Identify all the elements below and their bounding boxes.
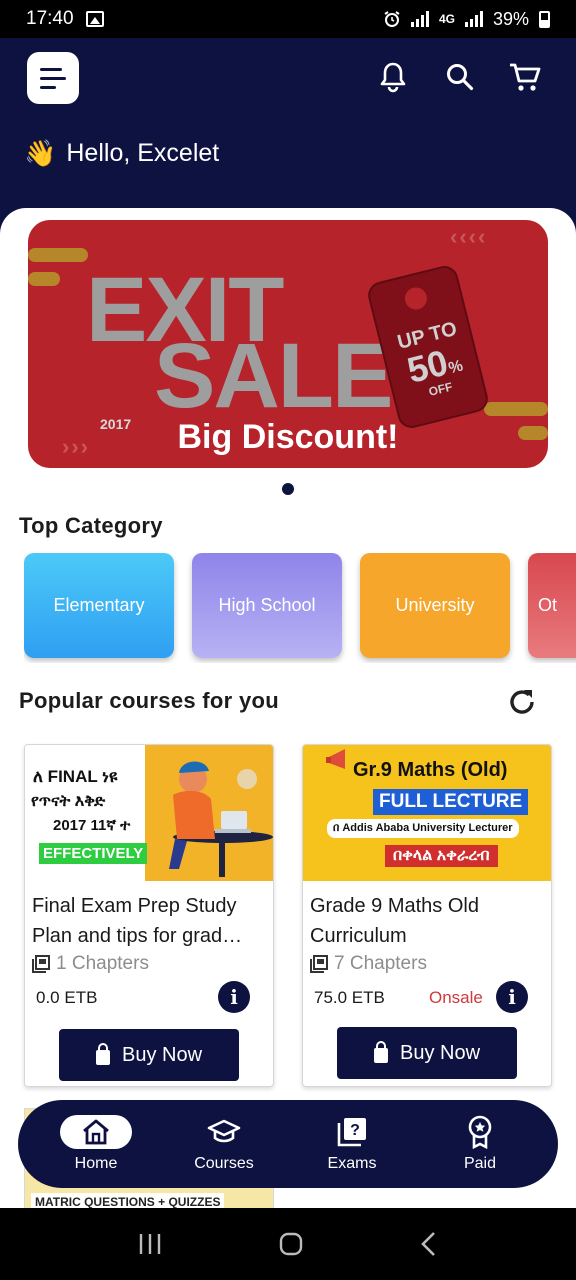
back-icon[interactable] (419, 1231, 439, 1257)
svg-text:?: ? (350, 1122, 360, 1139)
carousel-indicator[interactable] (282, 483, 294, 495)
network-type: 4G (438, 12, 455, 26)
course-thumbnail: Gr.9 Maths (Old) FULL LECTURE በ Addis Ab… (303, 745, 551, 881)
buy-now-button[interactable]: Buy Now (59, 1029, 239, 1081)
course-chapters: 7 Chapters (310, 953, 427, 975)
bottom-navigation: Home Courses ? Exams Paid (18, 1100, 558, 1188)
category-list: Elementary High School University Ot (24, 553, 576, 663)
home-icon (60, 1115, 132, 1149)
greeting-text: Hello, Excelet (66, 139, 220, 167)
thumb-text: የጥናት እቅድ (31, 793, 106, 810)
cart-icon[interactable] (508, 60, 542, 94)
category-other[interactable]: Ot (528, 553, 576, 658)
buy-now-label: Buy Now (121, 1043, 203, 1066)
thumb-text: በ Addis Ababa University Lecturer (327, 819, 519, 838)
course-chapters: 1 Chapters (32, 953, 149, 975)
lock-icon (95, 1042, 110, 1065)
thumb-badge: EFFECTIVELY (39, 843, 148, 864)
menu-button[interactable] (27, 52, 79, 104)
lock-icon (373, 1040, 388, 1063)
gallery-notification-icon (85, 11, 104, 27)
course-price: 75.0 ETB (314, 988, 385, 1007)
course-price: 0.0 ETB (36, 988, 98, 1007)
info-icon[interactable]: i (496, 981, 528, 1013)
alarm-icon (384, 11, 400, 27)
chapters-count: 7 Chapters (334, 953, 427, 974)
category-university[interactable]: University (360, 553, 510, 658)
waving-hand-icon: 👋 (24, 138, 57, 168)
battery-percentage: 39% (492, 8, 529, 29)
category-label: Elementary (53, 595, 145, 615)
nav-exams[interactable]: ? Exams (292, 1115, 412, 1173)
greeting: 👋 Hello, Excelet (24, 138, 219, 169)
recent-apps-icon[interactable] (137, 1232, 163, 1256)
status-bar: 17:40 4G 39% (0, 0, 576, 38)
home-button-icon[interactable] (278, 1231, 304, 1257)
nav-home[interactable]: Home (36, 1115, 156, 1173)
nav-label: Home (74, 1155, 118, 1172)
nav-courses[interactable]: Courses (164, 1115, 284, 1173)
question-book-icon: ? (336, 1115, 368, 1149)
thumb-text: ለ FINAL ነዩ (33, 767, 118, 786)
buy-now-button[interactable]: Buy Now (337, 1027, 517, 1079)
promo-banner[interactable]: ‹‹‹‹ ››› EXIT SALE 2017 UP TO 50% OFF Bi… (28, 220, 548, 468)
student-illustration-icon (169, 761, 273, 877)
badge-icon (466, 1115, 494, 1149)
notification-bell-icon[interactable] (376, 60, 410, 94)
thumb-text: FULL LECTURE (373, 789, 529, 815)
chapters-count: 1 Chapters (56, 953, 149, 974)
top-category-title: Top Category (19, 513, 163, 538)
status-time: 17:40 (26, 8, 74, 29)
course-title: Final Exam Prep Study Plan and tips for … (32, 895, 243, 947)
library-icon (32, 955, 50, 973)
category-label: High School (218, 595, 316, 615)
info-icon[interactable]: i (218, 981, 250, 1013)
thumb-text: 2017 11ኛ ተ (53, 817, 131, 834)
buy-now-label: Buy Now (399, 1041, 481, 1064)
banner-caption: Big Discount! (177, 418, 399, 456)
nav-paid[interactable]: Paid (420, 1115, 540, 1173)
battery-icon (539, 10, 550, 28)
category-label: Ot (538, 595, 558, 615)
onsale-label: Onsale (429, 988, 483, 1007)
course-card[interactable]: Gr.9 Maths (Old) FULL LECTURE በ Addis Ab… (302, 744, 552, 1087)
thumb-text: በቀላል አቀራረብ (385, 845, 498, 867)
graduation-cap-icon (207, 1115, 241, 1149)
banner-sale-text: SALE (154, 325, 393, 427)
thumb-text: MATRIC QUESTIONS + QUIZZES (31, 1193, 225, 1208)
main-content: ‹‹‹‹ ››› EXIT SALE 2017 UP TO 50% OFF Bi… (0, 208, 576, 1208)
nav-label: Courses (194, 1155, 254, 1172)
cell-signal-icon (464, 11, 483, 27)
system-navigation-bar (0, 1208, 576, 1280)
refresh-icon[interactable] (504, 684, 540, 720)
nav-label: Exams (327, 1155, 377, 1172)
course-thumbnail: ለ FINAL ነዩ የጥናት እቅድ 2017 11ኛ ተ EFFECTIVE… (25, 745, 273, 881)
course-card[interactable]: ለ FINAL ነዩ የጥናት እቅድ 2017 11ኛ ተ EFFECTIVE… (24, 744, 274, 1087)
nav-label: Paid (463, 1155, 497, 1172)
category-label: University (395, 595, 475, 615)
category-high-school[interactable]: High School (192, 553, 342, 658)
search-icon[interactable] (443, 60, 477, 94)
library-icon (310, 955, 328, 973)
wifi-signal-icon (410, 11, 429, 27)
popular-courses-title: Popular courses for you (19, 688, 279, 713)
course-title: Grade 9 Maths Old Curriculum (310, 895, 479, 947)
category-elementary[interactable]: Elementary (24, 553, 174, 658)
tag-percent: % (446, 357, 465, 378)
thumb-text: Gr.9 Maths (Old) (353, 759, 508, 781)
